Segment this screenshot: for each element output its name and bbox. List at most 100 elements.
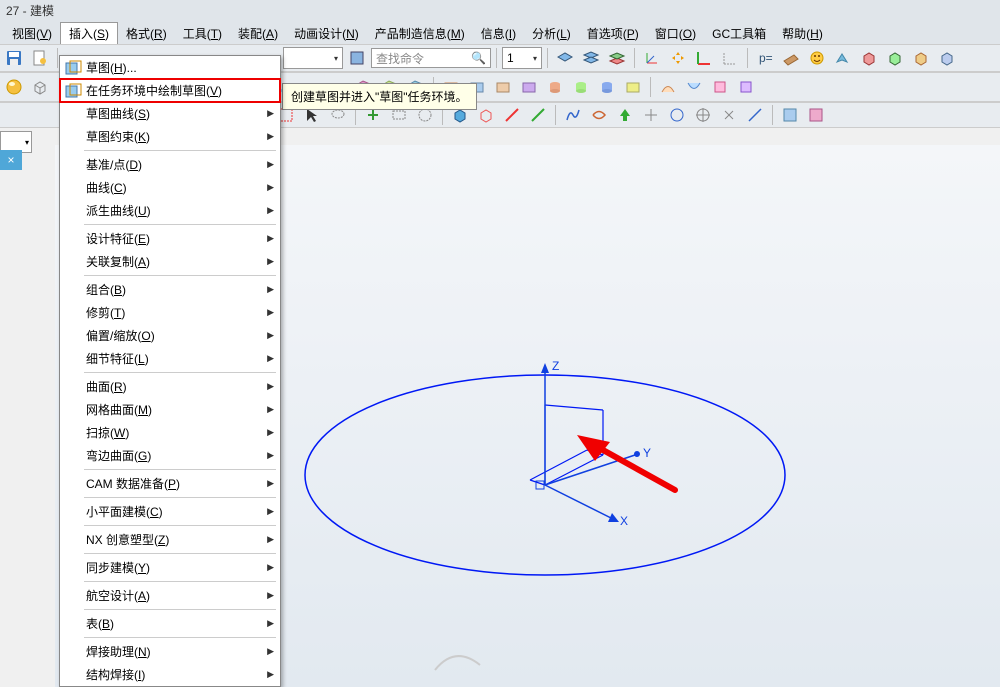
separator — [496, 48, 497, 68]
blank-icon — [64, 179, 82, 197]
wire-sel-icon[interactable] — [474, 103, 498, 127]
point1-icon[interactable] — [639, 103, 663, 127]
menu-item-20[interactable]: 弯边曲面(G)▶ — [60, 444, 280, 467]
menu-item-28[interactable]: 同步建模(Y) ▶ — [60, 556, 280, 579]
menu-GC工具箱[interactable]: GC工具箱 — [704, 23, 774, 44]
menu-item-32[interactable]: 表(B)▶ — [60, 612, 280, 635]
menu-item-6[interactable]: 曲线(C)▶ — [60, 176, 280, 199]
circle-icon[interactable] — [665, 103, 689, 127]
wcs-icon[interactable] — [640, 46, 664, 70]
menu-item-30[interactable]: 航空设计(A) ▶ — [60, 584, 280, 607]
cube3-icon[interactable] — [909, 46, 933, 70]
menu-item-0[interactable]: 草图(H)... — [60, 56, 280, 79]
menu-item-24[interactable]: 小平面建模(C)▶ — [60, 500, 280, 523]
surf4-icon[interactable] — [734, 75, 758, 99]
menu-item-22[interactable]: CAM 数据准备(P)▶ — [60, 472, 280, 495]
save-icon[interactable] — [2, 46, 26, 70]
menu-首选项(P)[interactable]: 首选项(P) — [579, 23, 647, 44]
menu-装配(A)[interactable]: 装配(A) — [230, 23, 286, 44]
box8-icon[interactable] — [621, 75, 645, 99]
menu-分析(L)[interactable]: 分析(L) — [524, 23, 579, 44]
menu-item-label: 同步建模(Y) — [86, 559, 150, 576]
grid2-icon[interactable] — [804, 103, 828, 127]
submenu-arrow-icon: ▶ — [267, 669, 274, 680]
layer-2-icon[interactable] — [579, 46, 603, 70]
cube4-icon[interactable] — [935, 46, 959, 70]
menu-item-34[interactable]: 焊接助理(N)▶ — [60, 640, 280, 663]
menu-item-7[interactable]: 派生曲线(U)▶ — [60, 199, 280, 222]
menu-item-19[interactable]: 扫掠(W)▶ — [60, 421, 280, 444]
menu-item-18[interactable]: 网格曲面(M)▶ — [60, 398, 280, 421]
submenu-arrow-icon: ▶ — [267, 506, 274, 517]
menu-帮助(H)[interactable]: 帮助(H) — [774, 23, 831, 44]
curve2-icon[interactable] — [587, 103, 611, 127]
submenu-arrow-icon: ▶ — [267, 590, 274, 601]
sketch-task-icon — [64, 82, 82, 100]
menu-separator — [84, 497, 276, 498]
grid1-icon[interactable] — [778, 103, 802, 127]
diag-icon[interactable] — [743, 103, 767, 127]
point2-icon[interactable] — [717, 103, 741, 127]
arrow-up-icon[interactable] — [613, 103, 637, 127]
pan-icon[interactable] — [666, 46, 690, 70]
surf3-icon[interactable] — [708, 75, 732, 99]
window-id-combo[interactable]: 1 — [502, 47, 542, 69]
menu-separator — [84, 609, 276, 610]
menu-item-12[interactable]: 组合(B)▶ — [60, 278, 280, 301]
new-icon[interactable] — [28, 46, 52, 70]
menu-窗口(O)[interactable]: 窗口(O) — [647, 23, 704, 44]
box6-icon[interactable] — [491, 75, 515, 99]
book-icon[interactable] — [345, 46, 369, 70]
command-search-input[interactable]: 查找命令 🔍 — [371, 48, 491, 68]
wave-icon[interactable] — [831, 46, 855, 70]
menu-产品制造信息(M)[interactable]: 产品制造信息(M) — [367, 23, 473, 44]
box7-icon[interactable] — [517, 75, 541, 99]
menu-item-14[interactable]: 偏置/缩放(O)▶ — [60, 324, 280, 347]
target-icon[interactable] — [691, 103, 715, 127]
csys-icon[interactable] — [692, 46, 716, 70]
blank-icon — [64, 615, 82, 633]
cube2-icon[interactable] — [883, 46, 907, 70]
blank-icon — [64, 666, 82, 684]
cube1-icon[interactable] — [857, 46, 881, 70]
cyl2-icon[interactable] — [569, 75, 593, 99]
layer-3-icon[interactable] — [605, 46, 629, 70]
menu-item-3[interactable]: 草图约束(K)▶ — [60, 125, 280, 148]
submenu-arrow-icon: ▶ — [267, 562, 274, 573]
menu-格式(R)[interactable]: 格式(R) — [118, 23, 175, 44]
menu-item-13[interactable]: 修剪(T)▶ — [60, 301, 280, 324]
cyl1-icon[interactable] — [543, 75, 567, 99]
dotted-csys-icon[interactable] — [718, 46, 742, 70]
separator — [747, 48, 748, 68]
curve1-icon[interactable] — [561, 103, 585, 127]
menu-item-5[interactable]: 基准/点(D)▶ — [60, 153, 280, 176]
annotation-arrow — [577, 435, 675, 490]
sphere-icon[interactable] — [2, 75, 26, 99]
menu-动画设计(N)[interactable]: 动画设计(N) — [286, 23, 367, 44]
menu-item-label: 航空设计(A) — [86, 587, 150, 604]
close-tab[interactable]: × — [0, 150, 22, 170]
layer-1-icon[interactable] — [553, 46, 577, 70]
menu-item-9[interactable]: 设计特征(E)▶ — [60, 227, 280, 250]
line1-icon[interactable] — [500, 103, 524, 127]
menu-item-15[interactable]: 细节特征(L)▶ — [60, 347, 280, 370]
menu-item-2[interactable]: 草图曲线(S)▶ — [60, 102, 280, 125]
datum-icon[interactable] — [779, 46, 803, 70]
menu-item-10[interactable]: 关联复制(A)▶ — [60, 250, 280, 273]
menu-item-17[interactable]: 曲面(R)▶ — [60, 375, 280, 398]
cyl3-icon[interactable] — [595, 75, 619, 99]
menu-视图(V)[interactable]: 视图(V) — [4, 23, 60, 44]
menu-插入(S)[interactable]: 插入(S) — [60, 22, 118, 44]
surf2-icon[interactable] — [682, 75, 706, 99]
menu-工具(T)[interactable]: 工具(T) — [175, 23, 230, 44]
menu-信息(I)[interactable]: 信息(I) — [473, 23, 524, 44]
menu-item-1[interactable]: 在任务环境中绘制草图(V) — [60, 79, 280, 102]
line2-icon[interactable] — [526, 103, 550, 127]
expr-icon[interactable]: p= — [753, 46, 777, 70]
surf1-icon[interactable] — [656, 75, 680, 99]
cube-icon[interactable] — [28, 75, 52, 99]
history-combo[interactable] — [283, 47, 343, 69]
menu-item-26[interactable]: NX 创意塑型(Z)▶ — [60, 528, 280, 551]
smile-icon[interactable] — [805, 46, 829, 70]
menu-item-35[interactable]: 结构焊接(I)▶ — [60, 663, 280, 686]
